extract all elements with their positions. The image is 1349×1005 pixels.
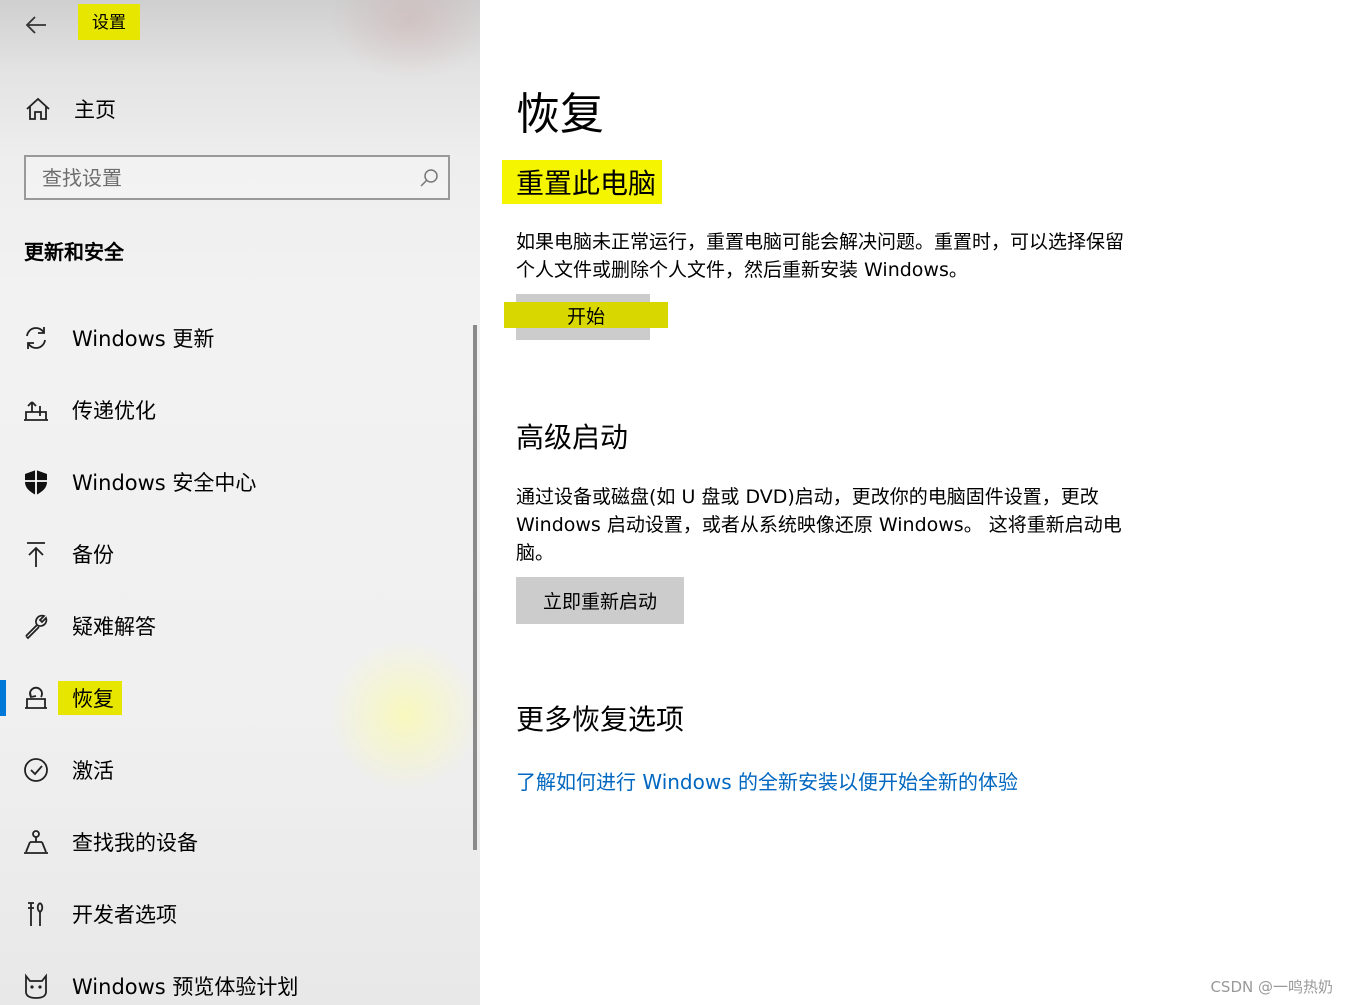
sidebar-item-find-my-device[interactable]: 查找我的设备 (0, 806, 470, 878)
sidebar-item-troubleshoot[interactable]: 疑难解答 (0, 590, 470, 662)
shield-icon (25, 470, 47, 495)
upload-arrow-icon (27, 542, 45, 567)
sidebar-item-label: 恢复 (58, 681, 122, 715)
home-nav-item[interactable]: 主页 (24, 92, 116, 126)
sidebar-item-label: 查找我的设备 (72, 831, 198, 855)
sidebar-item-insider-program[interactable]: Windows 预览体验计划 (0, 950, 470, 1005)
find-device-icon (24, 830, 48, 854)
sidebar-item-windows-update[interactable]: Windows 更新 (0, 302, 470, 374)
selection-indicator (0, 680, 6, 716)
sidebar-item-label: 备份 (72, 543, 114, 567)
sidebar-item-label: Windows 更新 (72, 327, 215, 351)
search-input[interactable] (26, 157, 422, 198)
sidebar-item-label: Windows 预览体验计划 (72, 975, 299, 999)
home-icon (26, 97, 50, 120)
page-title: 恢复 (516, 89, 604, 140)
sidebar-item-recovery[interactable]: 恢复 (0, 662, 470, 734)
clean-install-link[interactable]: 了解如何进行 Windows 的全新安装以便开始全新的体验 (516, 766, 1018, 795)
sidebar-item-label: 疑难解答 (72, 615, 156, 639)
restart-now-button[interactable]: 立即重新启动 (516, 577, 684, 624)
main-content: 恢复 重置此电脑 如果电脑未正常运行，重置电脑可能会解决问题。重置时，可以选择保… (480, 0, 1349, 1005)
section-title: 更新和安全 (24, 240, 124, 264)
sidebar-nav: Windows 更新 传递优化 Windows 安全中心 备份 疑难解答 恢复 … (0, 302, 470, 1005)
advanced-description-line: 脑。 (516, 542, 555, 564)
reset-description: 如果电脑未正常运行，重置电脑可能会解决问题。重置时，可以选择保留 个人文件或删除… (516, 228, 1206, 284)
reset-start-button[interactable]: 开始 (504, 294, 668, 340)
sidebar-scrollbar[interactable] (473, 325, 477, 850)
reset-start-label: 开始 (504, 302, 668, 328)
home-label: 主页 (74, 98, 116, 122)
recovery-icon (25, 686, 47, 709)
search-icon[interactable] (418, 167, 440, 189)
app-title: 设置 (78, 4, 140, 40)
reset-description-line: 如果电脑未正常运行，重置电脑可能会解决问题。重置时，可以选择保留 (516, 231, 1125, 253)
sidebar-item-activation[interactable]: 激活 (0, 734, 470, 806)
sidebar-item-label: 传递优化 (72, 399, 156, 423)
sidebar-item-delivery-optimization[interactable]: 传递优化 (0, 374, 470, 446)
sidebar-item-security-center[interactable]: Windows 安全中心 (0, 446, 470, 518)
background-glow (330, 0, 480, 80)
sidebar-item-label: Windows 安全中心 (72, 471, 257, 495)
more-options-heading: 更多恢复选项 (516, 703, 685, 736)
advanced-startup-description: 通过设备或磁盘(如 U 盘或 DVD)启动，更改你的电脑固件设置，更改 Wind… (516, 483, 1206, 567)
wrench-icon (25, 614, 48, 640)
sidebar-item-label: 开发者选项 (72, 903, 177, 927)
insider-cat-icon (25, 973, 47, 999)
check-circle-icon (24, 758, 48, 782)
search-box[interactable] (24, 155, 450, 200)
refresh-icon (26, 327, 46, 349)
advanced-description-line: Windows 启动设置，或者从系统映像还原 Windows。 这将重新启动电 (516, 514, 1122, 536)
sidebar-item-developer-options[interactable]: 开发者选项 (0, 878, 470, 950)
delivery-optimization-icon (24, 401, 48, 421)
reset-heading: 重置此电脑 (502, 160, 663, 204)
advanced-startup-heading: 高级启动 (516, 421, 629, 454)
back-arrow-icon[interactable] (20, 8, 54, 42)
advanced-description-line: 通过设备或磁盘(如 U 盘或 DVD)启动，更改你的电脑固件设置，更改 (516, 486, 1099, 508)
watermark: CSDN @一鸣热奶 (1210, 978, 1333, 996)
sidebar-item-backup[interactable]: 备份 (0, 518, 470, 590)
developer-tools-icon (28, 902, 44, 926)
reset-description-line: 个人文件或删除个人文件，然后重新安装 Windows。 (516, 259, 968, 281)
sidebar-item-label: 激活 (72, 759, 114, 783)
sidebar: 设置 主页 更新和安全 Windows 更新 传递优化 (0, 0, 480, 1005)
